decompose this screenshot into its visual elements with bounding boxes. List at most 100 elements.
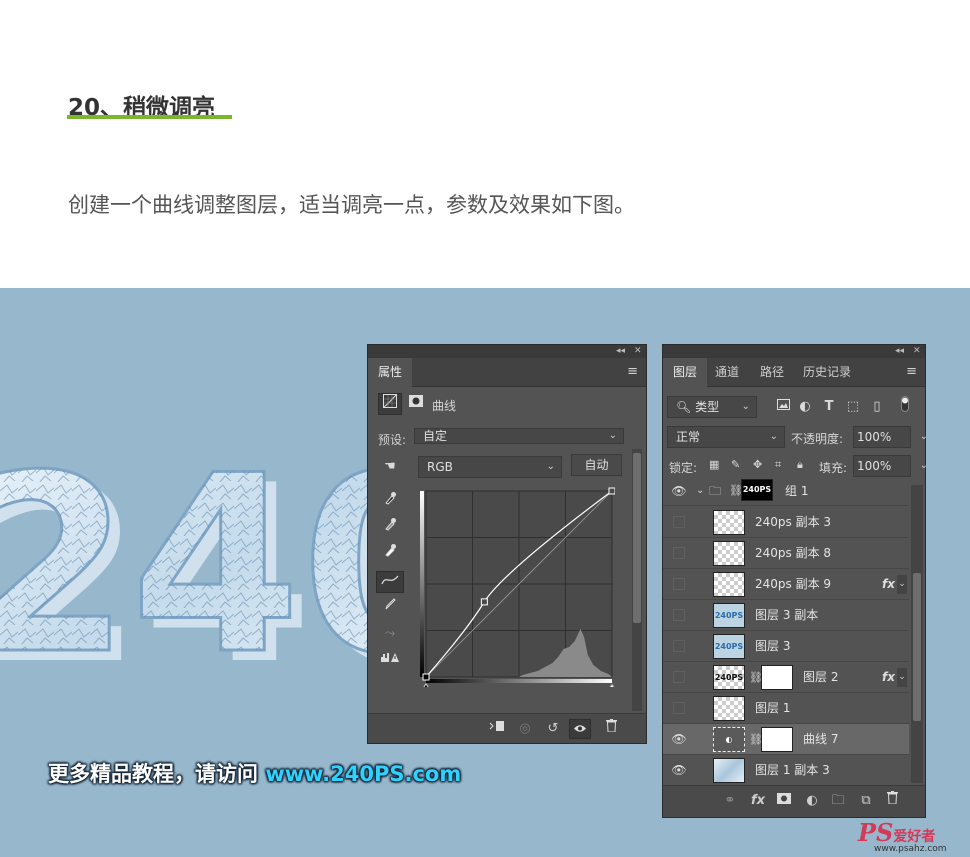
adjustment-thumb[interactable]: ◐ <box>713 727 745 752</box>
target-adjust-hand-icon[interactable]: ☚ <box>378 456 402 478</box>
promo-url[interactable]: www.240PS.com <box>265 762 461 786</box>
curve-control-point[interactable] <box>480 598 488 606</box>
eye-icon[interactable]: 👁︎ <box>671 724 687 755</box>
black-point-eyedropper-icon[interactable] <box>378 491 402 513</box>
collapse-icon[interactable]: ◂◂ <box>616 345 625 358</box>
layer-row[interactable]: 240ps 副本 8 <box>663 538 909 569</box>
tab-paths[interactable]: 路径 <box>750 358 794 387</box>
curves-graph[interactable] <box>420 487 618 692</box>
trash-icon[interactable] <box>600 719 622 739</box>
opacity-input[interactable]: 100% ⌄ <box>853 426 928 448</box>
black-point-slider[interactable] <box>420 683 432 692</box>
layer-thumbnail[interactable] <box>713 696 745 721</box>
close-icon[interactable]: ✕ <box>913 345 921 358</box>
visibility-toggle[interactable] <box>673 516 685 528</box>
lock-transparent-icon[interactable]: ▦ <box>709 458 719 471</box>
visibility-toggle[interactable] <box>673 547 685 559</box>
visibility-toggle[interactable] <box>673 702 685 714</box>
channel-dropdown[interactable]: RGB ⌄ <box>418 456 562 478</box>
layer-row[interactable]: 👁︎ 图层 1 副本 3 <box>663 755 909 786</box>
tab-channels[interactable]: 通道 <box>705 358 749 387</box>
visibility-toggle[interactable] <box>673 640 685 652</box>
layer-mask-thumbnail[interactable] <box>761 665 793 690</box>
curve-control-point[interactable] <box>422 673 430 681</box>
curve-control-point[interactable] <box>608 487 616 495</box>
group-mask-thumb[interactable]: 240PS <box>741 479 773 501</box>
gray-point-eyedropper-icon[interactable] <box>378 517 402 539</box>
clip-to-layer-icon[interactable] <box>486 719 508 739</box>
edit-points-curve-icon[interactable] <box>376 571 404 593</box>
layer-row[interactable]: 240ps 副本 9 fx ⌄ <box>663 569 909 600</box>
trash-icon[interactable] <box>881 791 903 811</box>
layer-thumbnail[interactable] <box>713 541 745 566</box>
mask-icon[interactable] <box>404 393 428 415</box>
toggle-visibility-eye-icon[interactable] <box>569 719 591 739</box>
properties-scrollbar[interactable] <box>632 449 642 711</box>
new-layer-icon[interactable]: ⧉ <box>855 791 877 811</box>
preset-dropdown[interactable]: 自定 ⌄ <box>414 428 624 444</box>
new-group-icon[interactable]: 🗀 <box>827 791 849 811</box>
chevron-down-icon[interactable]: ⌄ <box>696 476 704 506</box>
white-point-slider[interactable] <box>606 683 618 692</box>
pencil-icon[interactable] <box>378 597 402 619</box>
chevron-down-icon[interactable]: ⌄ <box>920 456 928 476</box>
close-icon[interactable]: ✕ <box>634 345 642 358</box>
lock-paint-icon[interactable]: ✎ <box>731 458 740 471</box>
filter-pixel-icon[interactable] <box>771 396 795 418</box>
reset-icon[interactable]: ↺ <box>542 719 564 739</box>
lock-move-icon[interactable]: ✥ <box>753 458 762 471</box>
layer-row[interactable]: 👁︎ ◐ ⛓︎ 曲线 7 <box>663 724 909 755</box>
layer-thumbnail[interactable]: 240PS <box>713 634 745 659</box>
filter-toggle-icon[interactable] <box>893 396 917 418</box>
layer-row[interactable]: 240PS 图层 3 <box>663 631 909 662</box>
link-layers-icon[interactable]: ⚭ <box>719 791 741 811</box>
visibility-toggle[interactable] <box>673 578 685 590</box>
layer-row[interactable]: 240PS 图层 3 副本 <box>663 600 909 631</box>
layer-effects-icon[interactable]: fx <box>882 662 895 693</box>
layer-mask-thumbnail[interactable] <box>761 727 793 752</box>
layers-scrollbar[interactable] <box>911 485 923 783</box>
fill-input[interactable]: 100% ⌄ <box>853 455 928 477</box>
blend-mode-dropdown[interactable]: 正常 ⌄ <box>667 426 785 448</box>
auto-button[interactable]: 自动 <box>571 454 622 476</box>
white-point-eyedropper-icon[interactable] <box>378 543 402 565</box>
layer-filter-dropdown[interactable]: 🔍︎ 类型 ⌄ <box>667 396 757 418</box>
clipping-warning-icon[interactable] <box>378 649 402 671</box>
new-adjustment-layer-icon[interactable]: ◐ <box>801 791 823 811</box>
layer-effects-icon[interactable]: fx <box>882 569 895 600</box>
layer-thumbnail[interactable] <box>713 510 745 535</box>
expand-effects-chevron-icon[interactable]: ⌄ <box>897 575 907 594</box>
curves-adjustment-icon[interactable] <box>378 393 402 415</box>
smooth-curve-icon[interactable]: ⤳ <box>378 623 402 645</box>
visibility-toggle[interactable] <box>673 609 685 621</box>
visibility-toggle[interactable] <box>673 671 685 683</box>
filter-shape-icon[interactable]: ⬚ <box>841 396 865 418</box>
tab-layers[interactable]: 图层 <box>663 358 708 387</box>
tab-history[interactable]: 历史记录 <box>793 358 861 387</box>
expand-effects-chevron-icon[interactable]: ⌄ <box>897 668 907 687</box>
layer-thumbnail[interactable] <box>713 572 745 597</box>
chevron-down-icon[interactable]: ⌄ <box>920 427 928 447</box>
filter-type-icon[interactable]: T <box>817 396 841 418</box>
layer-thumbnail[interactable]: 240PS <box>713 665 745 690</box>
layer-group-row[interactable]: 👁︎ ⌄ 🗀 ⛓︎ 240PS 组 1 <box>663 476 909 506</box>
scrollbar-thumb[interactable] <box>633 453 641 623</box>
panel-menu-icon[interactable]: ≡ <box>906 364 917 379</box>
layer-row[interactable]: 240ps 副本 3 <box>663 507 909 538</box>
lock-all-icon[interactable]: 🔒︎ <box>797 458 803 472</box>
eye-icon[interactable]: 👁︎ <box>671 476 687 507</box>
filter-smart-object-icon[interactable]: ▯ <box>865 396 889 418</box>
collapse-icon[interactable]: ◂◂ <box>895 345 904 358</box>
lock-artboard-icon[interactable]: ⌗ <box>775 458 781 472</box>
scrollbar-thumb[interactable] <box>913 573 921 721</box>
tab-properties[interactable]: 属性 <box>368 358 413 387</box>
view-previous-state-icon[interactable]: ◎ <box>514 719 536 739</box>
add-style-icon[interactable]: fx <box>747 791 769 811</box>
eye-icon[interactable]: 👁︎ <box>671 755 687 786</box>
add-mask-icon[interactable] <box>773 791 795 811</box>
panel-menu-icon[interactable]: ≡ <box>627 364 638 379</box>
layer-thumbnail[interactable]: 240PS <box>713 603 745 628</box>
layer-thumbnail[interactable] <box>713 758 745 783</box>
layer-row[interactable]: 图层 1 <box>663 693 909 724</box>
layer-row[interactable]: 240PS ⛓︎ 图层 2 fx ⌄ <box>663 662 909 693</box>
